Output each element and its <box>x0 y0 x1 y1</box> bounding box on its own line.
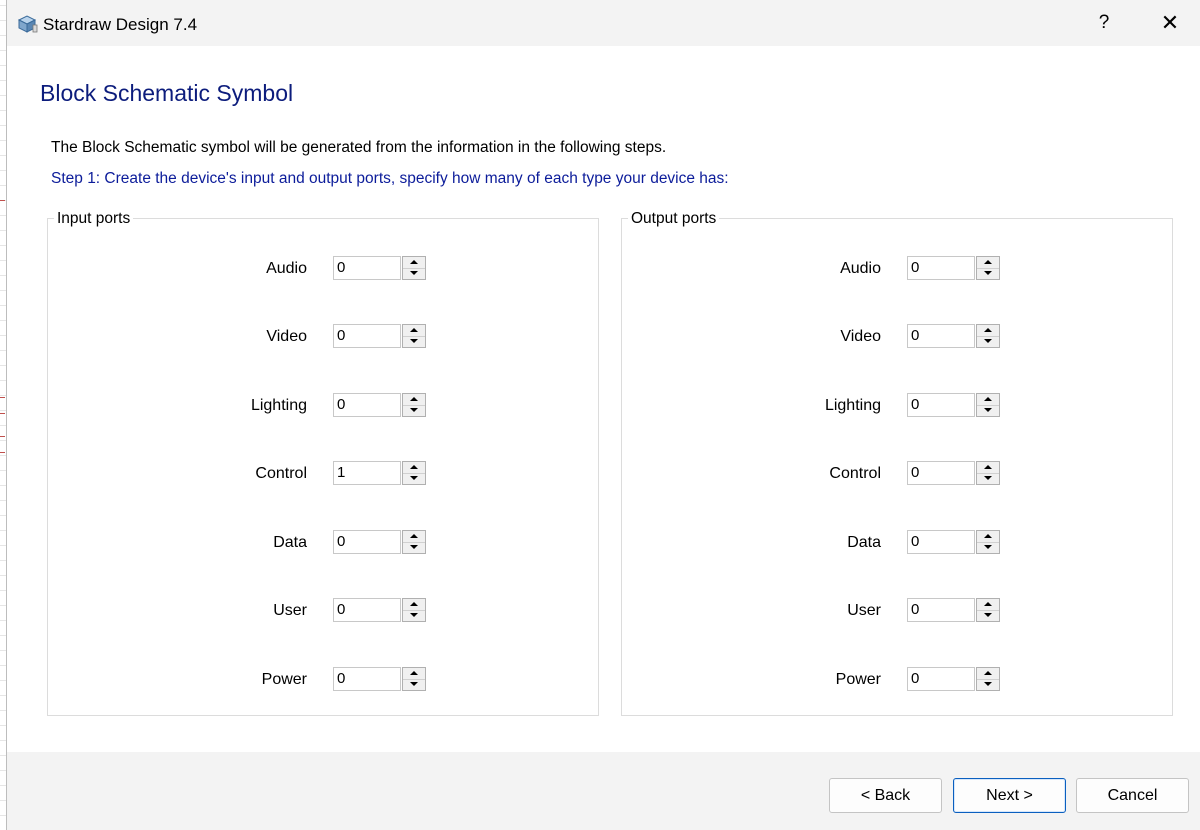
input-row-lighting: Lighting 0 <box>48 393 598 419</box>
dialog-footer: < Back Next > Cancel <box>7 752 1200 830</box>
page-title: Block Schematic Symbol <box>40 80 294 106</box>
control-output-count-field[interactable]: 0 <box>907 461 975 485</box>
spin-down-arrow-icon[interactable] <box>403 473 425 484</box>
spinner <box>402 324 426 348</box>
audio-input-count-field[interactable]: 0 <box>333 256 401 280</box>
input-row-data: Data 0 <box>48 530 598 556</box>
video-output-count-field[interactable]: 0 <box>907 324 975 348</box>
spin-down-arrow-icon[interactable] <box>403 542 425 553</box>
spin-down-arrow-icon[interactable] <box>977 405 999 416</box>
canvas-mark <box>0 200 5 201</box>
back-button[interactable]: < Back <box>829 778 942 813</box>
output-row-video: Video 0 <box>622 324 1172 350</box>
canvas-mark <box>0 413 5 414</box>
output-row-lighting: Lighting 0 <box>622 393 1172 419</box>
port-label: Lighting <box>824 397 881 414</box>
window-title: Stardraw Design 7.4 <box>43 15 198 34</box>
port-label: Audio <box>266 260 307 277</box>
data-input-count-field[interactable]: 0 <box>333 530 401 554</box>
stardraw-app-icon <box>17 15 38 33</box>
spin-down-arrow-icon[interactable] <box>403 610 425 621</box>
canvas-mark <box>0 397 5 398</box>
spin-down-arrow-icon[interactable] <box>403 268 425 279</box>
spin-down-arrow-icon[interactable] <box>977 336 999 347</box>
spinner <box>402 530 426 554</box>
lighting-output-count-field[interactable]: 0 <box>907 393 975 417</box>
port-label: Lighting <box>250 397 307 414</box>
output-row-user: User 0 <box>622 598 1172 624</box>
title-bar[interactable]: Stardraw Design 7.4 ? ✕ <box>7 0 1200 46</box>
spin-down-arrow-icon[interactable] <box>977 268 999 279</box>
input-row-user: User 0 <box>48 598 598 624</box>
video-input-count-field[interactable]: 0 <box>333 324 401 348</box>
user-input-count-field[interactable]: 0 <box>333 598 401 622</box>
port-label: User <box>273 602 307 619</box>
user-output-count-field[interactable]: 0 <box>907 598 975 622</box>
spin-down-arrow-icon[interactable] <box>977 542 999 553</box>
spinner <box>976 598 1000 622</box>
cancel-button[interactable]: Cancel <box>1076 778 1189 813</box>
port-label: Video <box>266 328 307 345</box>
spinner <box>976 324 1000 348</box>
spinner <box>402 667 426 691</box>
port-label: Control <box>829 465 881 482</box>
data-output-count-field[interactable]: 0 <box>907 530 975 554</box>
wizard-content: Block Schematic Symbol The Block Schemat… <box>7 46 1200 752</box>
input-row-control: Control 1 <box>48 461 598 487</box>
spinner <box>402 461 426 485</box>
input-row-audio: Audio 0 <box>48 256 598 282</box>
spin-down-arrow-icon[interactable] <box>403 679 425 690</box>
spin-down-arrow-icon[interactable] <box>977 473 999 484</box>
port-label: Audio <box>840 260 881 277</box>
help-button[interactable]: ? <box>1087 6 1121 40</box>
next-button[interactable]: Next > <box>953 778 1066 813</box>
output-row-power: Power 0 <box>622 667 1172 693</box>
power-input-count-field[interactable]: 0 <box>333 667 401 691</box>
port-label: Power <box>835 671 881 688</box>
canvas-mark <box>0 452 5 453</box>
close-button[interactable]: ✕ <box>1151 6 1189 40</box>
spinner <box>402 598 426 622</box>
input-row-video: Video 0 <box>48 324 598 350</box>
port-label: Video <box>840 328 881 345</box>
input-ports-legend: Input ports <box>54 209 134 229</box>
output-row-audio: Audio 0 <box>622 256 1172 282</box>
canvas-mark <box>0 436 5 437</box>
spinner <box>976 393 1000 417</box>
lighting-input-count-field[interactable]: 0 <box>333 393 401 417</box>
spin-down-arrow-icon[interactable] <box>977 679 999 690</box>
output-ports-group: Output ports Audio 0 Video 0 Lighting 0 … <box>621 209 1173 716</box>
output-ports-legend: Output ports <box>628 209 720 229</box>
spinner <box>402 393 426 417</box>
dialog-window: Stardraw Design 7.4 ? ✕ Block Schematic … <box>6 0 1200 830</box>
output-row-control: Control 0 <box>622 461 1172 487</box>
audio-output-count-field[interactable]: 0 <box>907 256 975 280</box>
power-output-count-field[interactable]: 0 <box>907 667 975 691</box>
port-label: Data <box>847 534 881 551</box>
step-instruction: Step 1: Create the device's input and ou… <box>51 170 729 187</box>
spinner <box>976 530 1000 554</box>
intro-text: The Block Schematic symbol will be gener… <box>51 139 667 156</box>
port-label: Control <box>255 465 307 482</box>
input-row-power: Power 0 <box>48 667 598 693</box>
spinner <box>976 461 1000 485</box>
port-label: Power <box>261 671 307 688</box>
spin-down-arrow-icon[interactable] <box>977 610 999 621</box>
output-row-data: Data 0 <box>622 530 1172 556</box>
spinner <box>976 667 1000 691</box>
spin-down-arrow-icon[interactable] <box>403 336 425 347</box>
spinner <box>402 256 426 280</box>
port-label: User <box>847 602 881 619</box>
port-label: Data <box>273 534 307 551</box>
spinner <box>976 256 1000 280</box>
control-input-count-field[interactable]: 1 <box>333 461 401 485</box>
spin-down-arrow-icon[interactable] <box>403 405 425 416</box>
input-ports-group: Input ports Audio 0 Video 0 Lighting 0 C… <box>47 209 599 716</box>
